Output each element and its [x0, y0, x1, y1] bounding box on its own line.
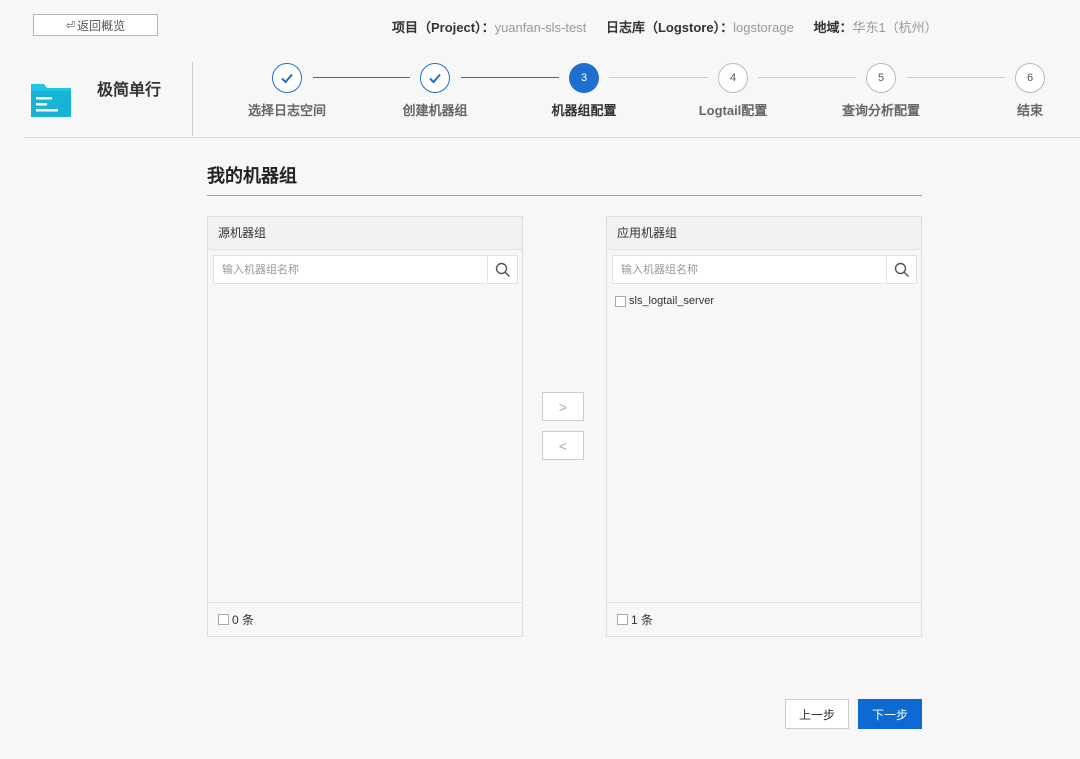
- step-6-label: 结束: [1016, 103, 1043, 118]
- move-left-button[interactable]: <: [542, 431, 584, 460]
- source-search-box: [213, 255, 518, 284]
- target-search-input[interactable]: [613, 256, 883, 283]
- step-3-circle: 3: [569, 63, 599, 93]
- mode-divider: [192, 62, 193, 136]
- project-info-bar: 项目（Project）：yuanfan-sls-test 日志库（Logstor…: [392, 17, 954, 36]
- project-key: 项目（Project）：: [392, 20, 495, 35]
- back-to-overview-button[interactable]: ⏎ 返回概览: [33, 14, 158, 36]
- source-count: 0 条: [232, 613, 255, 627]
- previous-step-button[interactable]: 上一步: [785, 699, 849, 729]
- step-1-circle: [272, 63, 302, 93]
- logstore-value: logstorage: [733, 20, 794, 35]
- step-1-label: 选择日志空间: [247, 103, 326, 118]
- target-panel-title: 应用机器组: [607, 217, 921, 250]
- back-label: 返回概览: [77, 18, 126, 33]
- region-value: 华东1（杭州）: [852, 20, 938, 35]
- back-icon: ⏎: [65, 19, 76, 32]
- step-6-circle: 6: [1015, 63, 1045, 93]
- section-title: 我的机器组: [207, 166, 297, 186]
- search-icon[interactable]: [487, 256, 517, 283]
- header-divider: [24, 137, 1080, 138]
- search-icon[interactable]: [886, 256, 916, 283]
- source-search-input[interactable]: [214, 256, 484, 283]
- region-key: 地域：: [813, 20, 853, 35]
- step-connector: [907, 77, 1005, 78]
- step-4-circle: 4: [718, 63, 748, 93]
- source-panel-title: 源机器组: [208, 217, 522, 250]
- item-label: sls_logtail_server: [629, 295, 714, 307]
- chevron-left-icon: <: [558, 437, 568, 454]
- source-panel-footer: 0 条: [208, 602, 522, 636]
- target-search-box: [612, 255, 917, 284]
- check-icon: [429, 73, 441, 84]
- move-right-button[interactable]: >: [542, 392, 584, 421]
- list-item[interactable]: sls_logtail_server: [615, 293, 913, 309]
- step-connector: [609, 77, 708, 78]
- select-all-checkbox[interactable]: [617, 614, 628, 625]
- step-2-label: 创建机器组: [402, 103, 468, 118]
- folder-icon: [30, 80, 72, 123]
- step-3-label: 机器组配置: [551, 103, 617, 118]
- section-underline: [207, 195, 922, 196]
- select-all-checkbox[interactable]: [218, 614, 229, 625]
- step-connector: [758, 77, 856, 78]
- mode-title: 极简单行: [97, 82, 162, 99]
- item-checkbox[interactable]: [615, 295, 626, 307]
- target-count: 1 条: [631, 613, 654, 627]
- check-icon: [281, 73, 293, 84]
- step-4-label: Logtail配置: [698, 103, 768, 118]
- project-value: yuanfan-sls-test: [494, 20, 587, 35]
- source-machine-group-panel: 源机器组 0 条: [207, 216, 523, 637]
- step-connector: [313, 77, 410, 78]
- step-2-circle: [420, 63, 450, 93]
- step-connector: [461, 77, 559, 78]
- target-list: sls_logtail_server: [615, 293, 913, 309]
- applied-machine-group-panel: 应用机器组 sls_logtail_server 1 条: [606, 216, 922, 637]
- step-5-circle: 5: [866, 63, 896, 93]
- next-step-button[interactable]: 下一步: [858, 699, 922, 729]
- logstore-key: 日志库（Logstore）：: [605, 20, 734, 35]
- chevron-right-icon: >: [558, 398, 568, 415]
- target-panel-footer: 1 条: [607, 602, 921, 636]
- step-5-label: 查询分析配置: [841, 103, 920, 118]
